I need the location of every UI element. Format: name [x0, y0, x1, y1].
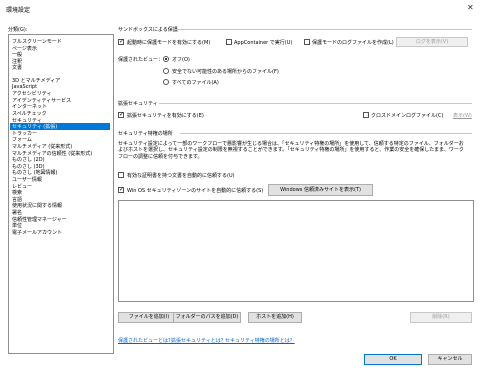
- protected-mode-label: 起動時に保護モードを有効にする(M): [127, 40, 211, 46]
- show-trusted-sites-button[interactable]: Windows 信頼済みサイトを表示(T): [268, 184, 373, 196]
- radio-unsafe[interactable]: [163, 68, 169, 74]
- protected-view-label: 保護されたビュー：: [118, 57, 164, 63]
- crossdomain-checkbox[interactable]: [363, 112, 369, 118]
- enhanced-security-help-link[interactable]: 拡張セキュリティとは？: [171, 337, 226, 344]
- win-zone-label: Win OS セキュリティゾーンのサイトを自動的に信頼する(S): [127, 188, 264, 194]
- privileged-locations-help-link[interactable]: セキュリティ特権の場所とは？: [225, 337, 295, 344]
- enhanced-security-label: 拡張セキュリティを有効にする(E): [127, 113, 204, 119]
- log-label: 保護モードのログファイルを作成(L): [312, 40, 394, 46]
- divider: [175, 29, 472, 30]
- radio-all[interactable]: [163, 79, 169, 85]
- title-bar: [0, 0, 480, 16]
- view-crossdomain-link[interactable]: 表示(W): [453, 112, 472, 119]
- add-file-button[interactable]: ファイルを追加(I): [118, 312, 180, 323]
- divider: [180, 133, 472, 134]
- cancel-button[interactable]: キャンセル: [428, 354, 472, 365]
- protected-view-help-link[interactable]: 保護されたビューとは？: [118, 337, 173, 344]
- privileged-locations-list[interactable]: [118, 200, 474, 302]
- log-checkbox[interactable]: [304, 39, 310, 45]
- win-zone-checkbox[interactable]: [118, 186, 124, 193]
- category-item[interactable]: 電子メールアカウント: [12, 229, 62, 236]
- category-item[interactable]: 文書: [12, 64, 22, 71]
- enhanced-heading: 拡張セキュリティ: [118, 101, 158, 107]
- radio-all-label: すべてのファイル(A): [172, 80, 219, 86]
- radio-unsafe-label: 安全でない可能性のある場所からのファイル(F): [172, 69, 279, 75]
- category-label: 分類(G):: [8, 27, 28, 33]
- cert-trust-checkbox[interactable]: [118, 172, 124, 178]
- privileged-heading: セキュリティ特権の場所: [118, 131, 173, 137]
- enhanced-security-checkbox[interactable]: [118, 111, 124, 118]
- cert-trust-label: 有効な証明書を持つ文書を自動的に信頼する(U): [127, 173, 235, 179]
- radio-off[interactable]: [163, 56, 169, 62]
- view-log-button[interactable]: ログを表示(V): [396, 37, 468, 47]
- sandbox-heading: サンドボックスによる保護: [118, 27, 178, 33]
- appcontainer-label: AppContainer で実行(U): [234, 40, 293, 46]
- category-list[interactable]: フルスクリーンモード ページ表示 一般 注釈 文書 3D とマルチメディア JavaScri…: [8, 34, 114, 354]
- privileged-description: セキュリティ設定によって一部のワークフローで悪影響が生じる場合は、「セキュリティ…: [118, 141, 464, 160]
- category-item[interactable]: JavaScript: [12, 84, 37, 90]
- ok-button[interactable]: OK: [364, 354, 422, 365]
- window-title: 環境設定: [6, 7, 31, 14]
- crossdomain-label: クロスドメインログファイル(C): [371, 113, 444, 119]
- divider: [159, 103, 472, 104]
- add-host-button[interactable]: ホストを追加(H): [248, 312, 302, 323]
- protected-mode-checkbox[interactable]: [118, 38, 124, 45]
- appcontainer-checkbox[interactable]: [226, 39, 232, 45]
- remove-button[interactable]: 削除(R): [410, 312, 472, 323]
- add-folder-button[interactable]: フォルダーのパスを追加(D): [173, 312, 241, 323]
- close-icon[interactable]: ✕: [467, 3, 474, 12]
- radio-off-label: オフ(O): [172, 57, 190, 63]
